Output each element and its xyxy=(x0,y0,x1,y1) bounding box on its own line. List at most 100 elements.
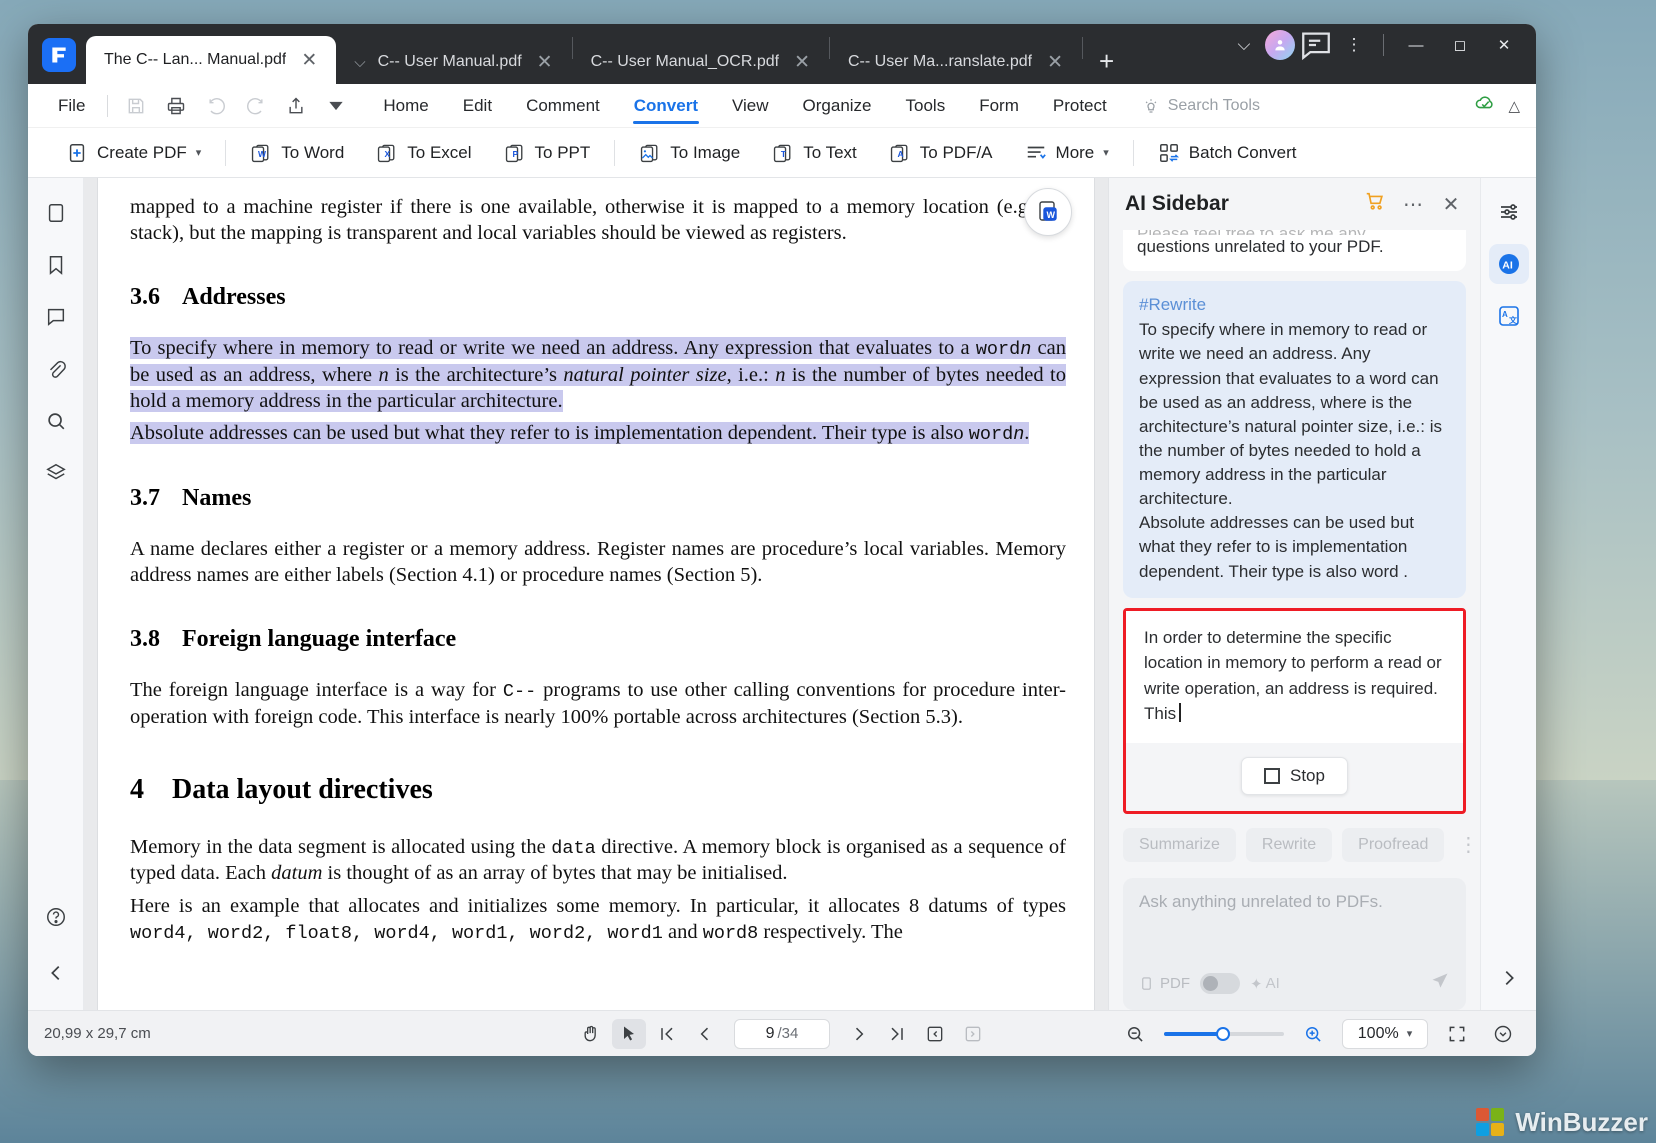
proofread-chip[interactable]: Proofread xyxy=(1342,828,1444,862)
minimize-button[interactable]: — xyxy=(1396,30,1436,60)
tab-2[interactable]: C-- User Manual_OCR.pdf ✕ xyxy=(573,40,829,84)
close-icon[interactable]: ✕ xyxy=(1438,192,1464,217)
tab-close-icon[interactable]: ✕ xyxy=(789,51,815,74)
menu-item-home[interactable]: Home xyxy=(366,84,445,128)
search-tools-button[interactable]: Search Tools xyxy=(1142,97,1260,115)
heading-title: Names xyxy=(182,485,251,511)
create-pdf-button[interactable]: Create PDF ▾ xyxy=(50,134,217,172)
share-icon[interactable] xyxy=(276,90,316,122)
ask-input-box[interactable]: Ask anything unrelated to PDFs. PDF ✦ AI xyxy=(1123,878,1466,1010)
app-logo-icon xyxy=(42,38,76,72)
help-icon[interactable] xyxy=(37,898,75,936)
comment-icon[interactable] xyxy=(37,298,75,336)
hand-tool-icon[interactable] xyxy=(574,1019,608,1049)
tab-close-icon[interactable]: ✕ xyxy=(296,49,322,72)
single-page-view-icon[interactable] xyxy=(918,1019,952,1049)
more-horizontal-icon[interactable]: ⋮ xyxy=(1454,832,1480,857)
tab-list-chevron-down-icon[interactable]: ⌵ xyxy=(1227,30,1261,60)
document-viewer[interactable]: W mapped to a machine register if there … xyxy=(84,178,1108,1010)
menu-item-view[interactable]: View xyxy=(715,84,786,128)
pdf-ai-mode-toggle[interactable] xyxy=(1200,973,1240,994)
to-image-button[interactable]: To Image xyxy=(623,134,756,172)
stop-button[interactable]: Stop xyxy=(1241,757,1348,795)
ai-mode-tag[interactable]: ✦ AI xyxy=(1250,975,1280,993)
zoom-slider[interactable] xyxy=(1164,1032,1284,1036)
more-horizontal-icon[interactable]: ⋯ xyxy=(1400,192,1426,217)
save-icon[interactable] xyxy=(116,90,156,122)
title-bar: The C-- Lan... Manual.pdf ✕ ⌵ C-- User M… xyxy=(28,24,1536,84)
menu-bar: File Home Edit Comment Convert View Orga… xyxy=(28,84,1536,128)
ai-sidebar-title: AI Sidebar xyxy=(1125,192,1350,216)
select-tool-icon[interactable] xyxy=(612,1019,646,1049)
tab-1[interactable]: ⌵ C-- User Manual.pdf ✕ xyxy=(336,40,571,84)
menu-item-tools[interactable]: Tools xyxy=(889,84,963,128)
divider xyxy=(1383,34,1384,56)
chevron-up-icon[interactable]: △ xyxy=(1508,97,1520,115)
bookmark-icon[interactable] xyxy=(37,246,75,284)
feedback-icon[interactable] xyxy=(1299,30,1333,60)
collapse-left-icon[interactable] xyxy=(37,954,75,992)
rewrite-chip[interactable]: Rewrite xyxy=(1246,828,1332,862)
zoom-in-icon[interactable] xyxy=(1296,1019,1330,1049)
attachment-icon[interactable] xyxy=(37,350,75,388)
menu-file[interactable]: File xyxy=(44,96,99,116)
zoom-level-select[interactable]: 100% ▾ xyxy=(1342,1019,1428,1049)
menu-item-convert[interactable]: Convert xyxy=(617,84,715,128)
ai-assistant-icon[interactable]: AI xyxy=(1489,244,1529,284)
expand-right-icon[interactable] xyxy=(1498,967,1520,1010)
doc-heading-3-6: 3.6Addresses xyxy=(130,282,1066,313)
to-ppt-button[interactable]: P To PPT xyxy=(488,134,607,172)
print-icon[interactable] xyxy=(156,90,196,122)
to-excel-button[interactable]: X To Excel xyxy=(360,134,487,172)
tab-3[interactable]: C-- User Ma...ranslate.pdf ✕ xyxy=(830,40,1082,84)
next-page-icon[interactable] xyxy=(842,1019,876,1049)
to-text-button[interactable]: T To Text xyxy=(756,134,873,172)
text-run-mono: C-- xyxy=(503,681,536,702)
more-view-options-icon[interactable] xyxy=(1486,1019,1520,1049)
svg-text:A: A xyxy=(1502,310,1508,319)
fit-page-icon[interactable] xyxy=(1440,1019,1474,1049)
more-vertical-icon[interactable]: ⋮ xyxy=(1337,30,1371,60)
menu-item-comment[interactable]: Comment xyxy=(509,84,617,128)
summarize-chip[interactable]: Summarize xyxy=(1123,828,1236,862)
to-word-button[interactable]: W To Word xyxy=(234,134,360,172)
properties-panel-icon[interactable] xyxy=(1489,192,1529,232)
new-tab-button[interactable]: + xyxy=(1083,48,1130,84)
more-convert-button[interactable]: More ▾ xyxy=(1009,134,1125,172)
pdf-mode-tag[interactable]: PDF xyxy=(1139,975,1190,992)
menu-item-organize[interactable]: Organize xyxy=(786,84,889,128)
facing-page-view-icon[interactable] xyxy=(956,1019,990,1049)
svg-text:T: T xyxy=(781,149,787,159)
previous-page-icon[interactable] xyxy=(688,1019,722,1049)
translate-icon[interactable]: A文 xyxy=(1489,296,1529,336)
zoom-out-icon[interactable] xyxy=(1118,1019,1152,1049)
pdf-page[interactable]: W mapped to a machine register if there … xyxy=(98,178,1094,1010)
convert-to-word-badge-icon[interactable]: W xyxy=(1024,188,1072,236)
layers-icon[interactable] xyxy=(37,454,75,492)
send-icon[interactable] xyxy=(1430,971,1450,996)
close-button[interactable]: ✕ xyxy=(1484,30,1524,60)
zoom-level-value: 100% xyxy=(1358,1025,1399,1043)
zoom-slider-knob[interactable] xyxy=(1216,1027,1230,1041)
tab-0[interactable]: The C-- Lan... Manual.pdf ✕ xyxy=(86,36,336,84)
menu-item-edit[interactable]: Edit xyxy=(446,84,509,128)
last-page-icon[interactable] xyxy=(880,1019,914,1049)
redo-icon[interactable] xyxy=(236,90,276,122)
maximize-button[interactable]: ◻ xyxy=(1440,30,1480,60)
menu-item-protect[interactable]: Protect xyxy=(1036,84,1124,128)
cloud-check-icon[interactable] xyxy=(1474,92,1496,119)
batch-convert-button[interactable]: Batch Convert xyxy=(1142,134,1313,172)
search-icon[interactable] xyxy=(37,402,75,440)
dropdown-icon[interactable] xyxy=(316,90,356,122)
watermark-logo-icon xyxy=(1473,1105,1507,1139)
undo-icon[interactable] xyxy=(196,90,236,122)
tab-close-icon[interactable]: ✕ xyxy=(1042,51,1068,74)
to-pdfa-button[interactable]: A To PDF/A xyxy=(873,134,1009,172)
page-thumbnail-icon[interactable] xyxy=(37,194,75,232)
tab-close-icon[interactable]: ✕ xyxy=(532,51,558,74)
page-number-input[interactable]: 9 /34 xyxy=(734,1019,830,1049)
menu-item-form[interactable]: Form xyxy=(962,84,1036,128)
first-page-icon[interactable] xyxy=(650,1019,684,1049)
shopping-cart-icon[interactable] xyxy=(1362,190,1388,218)
avatar[interactable] xyxy=(1265,30,1295,60)
